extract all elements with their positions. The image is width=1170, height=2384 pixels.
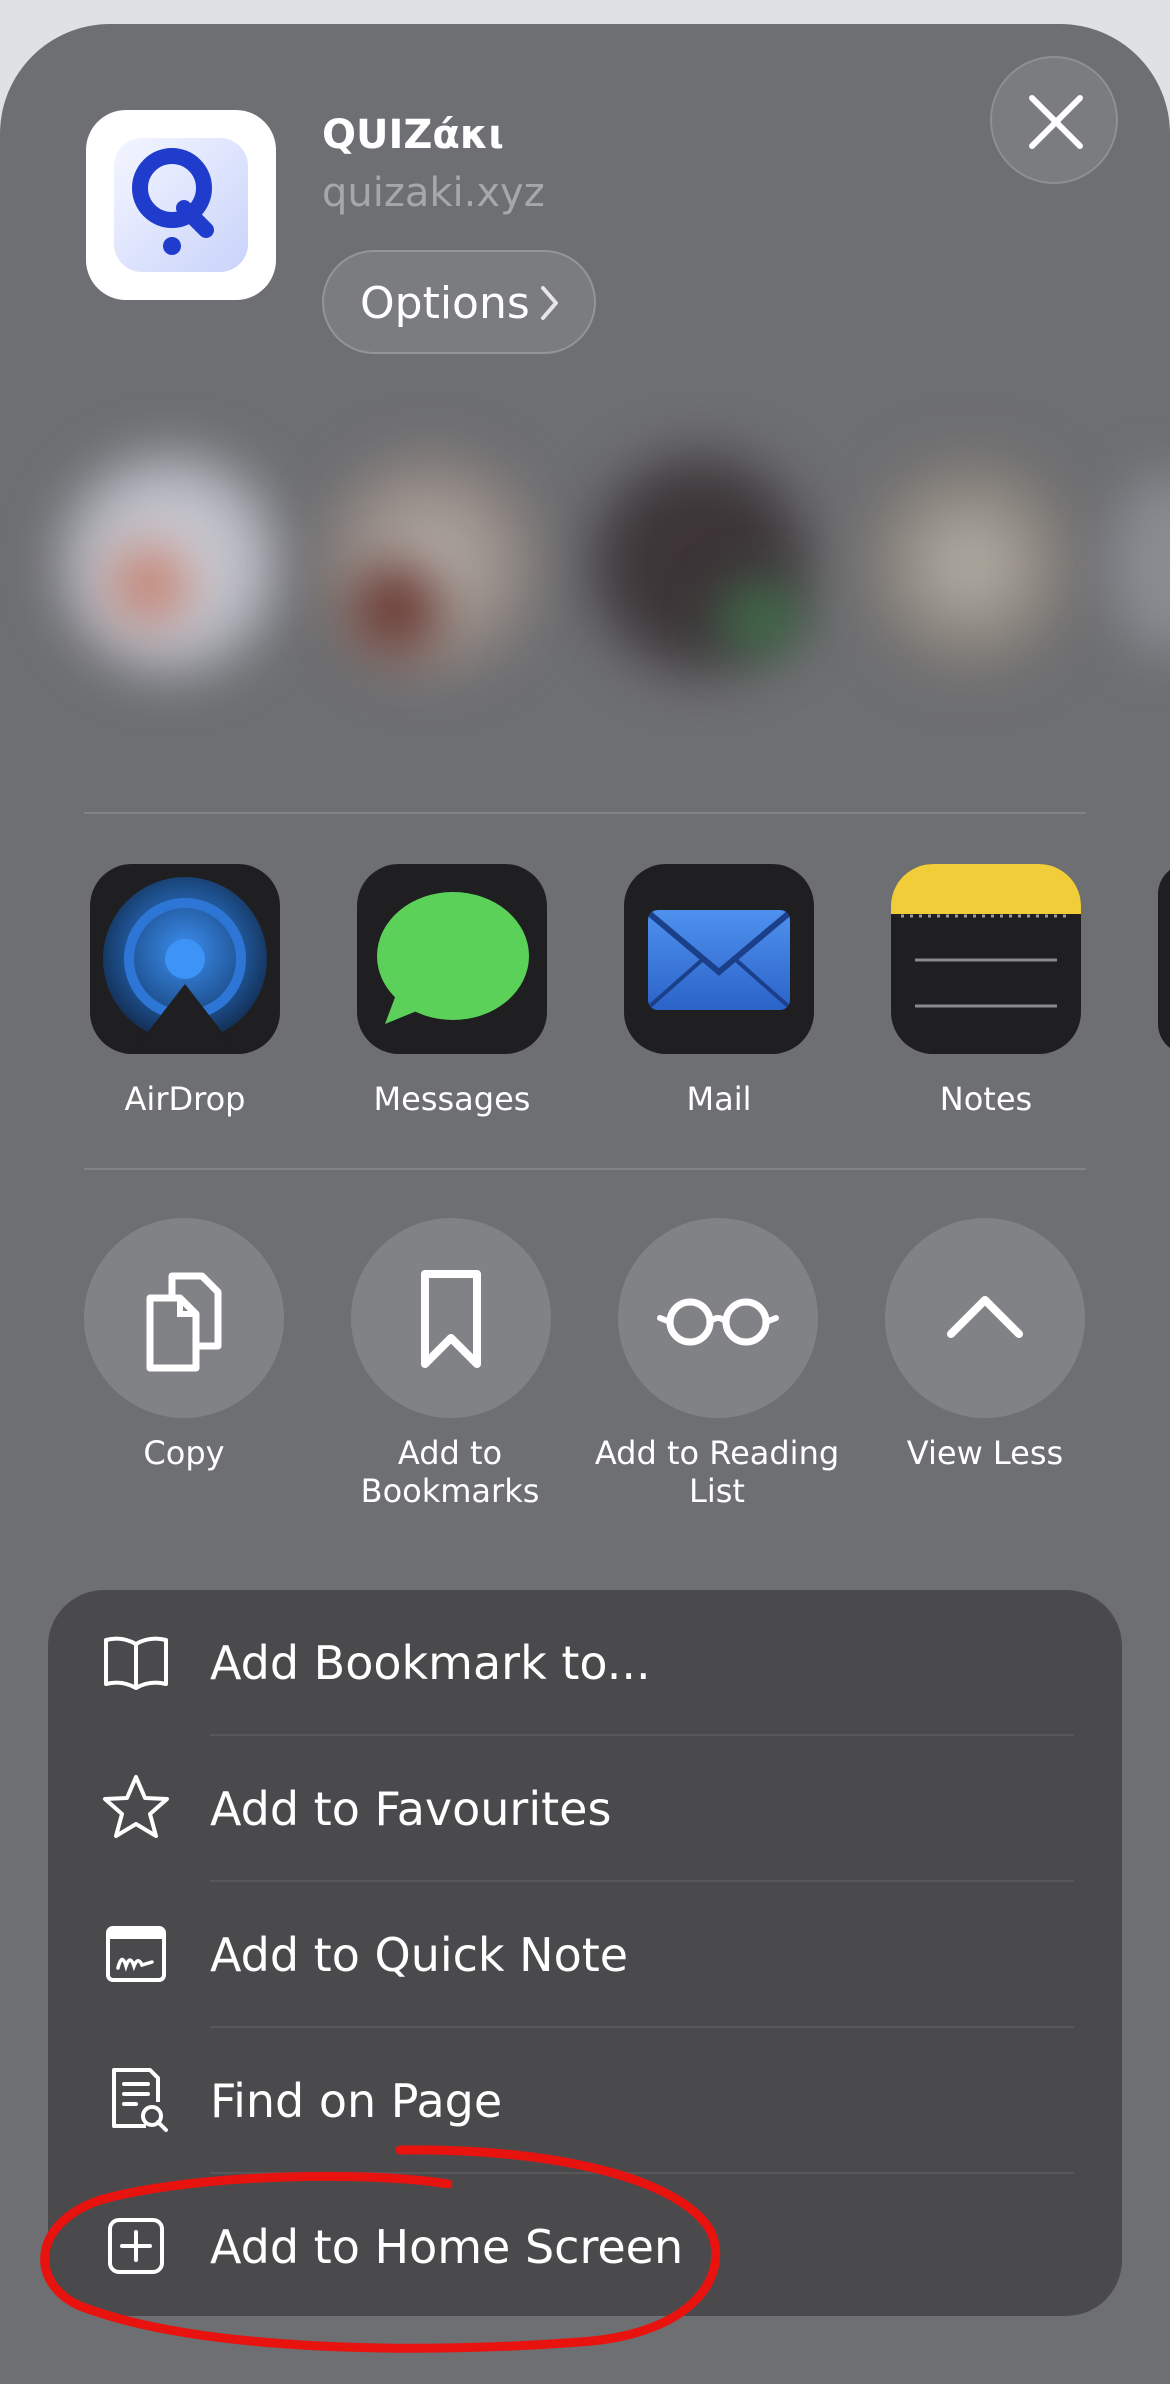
messages-icon[interactable] (357, 864, 547, 1054)
menu-item-label: Add to Favourites (210, 1782, 612, 1836)
plus-square-icon (108, 2218, 164, 2274)
website-url: quizaki.xyz (322, 170, 545, 216)
section-divider (84, 812, 1086, 814)
view-less-label: View Less (906, 1434, 1064, 1472)
menu-item-label: Add to Quick Note (210, 1928, 629, 1982)
add-to-reading-list-button[interactable] (618, 1218, 818, 1418)
more-apps-icon[interactable] (1158, 864, 1170, 1054)
copy-label: Copy (143, 1434, 225, 1472)
airdrop-label: AirDrop (124, 1080, 246, 1118)
menu-item-find-on-page[interactable]: Find on Page (48, 2028, 1122, 2174)
bookmark-icon (421, 1270, 481, 1368)
notes-icon[interactable] (891, 864, 1081, 1054)
quick-note-icon (106, 1926, 166, 1982)
view-less-button[interactable] (885, 1218, 1085, 1418)
quiz-logo-icon (132, 148, 214, 255)
chevron-right-icon (541, 286, 558, 320)
actions-menu: Add Bookmark to... Add to Favourites Add… (48, 1590, 1122, 2316)
add-to-bookmarks-label: Add to Bookmarks (360, 1434, 540, 1510)
star-icon (103, 1775, 169, 1838)
menu-item-add-bookmark-to[interactable]: Add Bookmark to... (48, 1590, 1122, 1736)
website-title: QUIZάκι (322, 112, 504, 158)
contact-avatar[interactable] (320, 454, 540, 674)
messages-label: Messages (373, 1080, 531, 1118)
website-icon (86, 110, 276, 300)
glasses-icon (657, 1298, 779, 1346)
options-label: Options (360, 278, 530, 329)
options-button[interactable]: Options (322, 250, 596, 354)
section-divider (84, 1168, 1086, 1170)
contact-suggestions (0, 414, 1170, 774)
airdrop-icon[interactable] (90, 864, 280, 1054)
find-on-page-icon (112, 2068, 168, 2132)
copy-button[interactable] (84, 1218, 284, 1418)
chevron-up-icon (947, 1296, 1023, 1338)
add-to-reading-list-label: Add to Reading List (594, 1434, 840, 1510)
notes-label: Notes (939, 1080, 1033, 1118)
mail-icon[interactable] (624, 864, 814, 1054)
menu-item-label: Find on Page (210, 2074, 503, 2128)
share-sheet: QUIZάκι quizaki.xyz Options AirDrop Mess… (0, 24, 1170, 2384)
book-icon (104, 1636, 168, 1690)
menu-item-label: Add to Home Screen (210, 2220, 684, 2274)
close-button[interactable] (990, 56, 1118, 184)
copy-icon (146, 1272, 222, 1372)
mail-label: Mail (686, 1080, 752, 1118)
add-to-bookmarks-button[interactable] (351, 1218, 551, 1418)
menu-item-add-to-home-screen[interactable]: Add to Home Screen (48, 2174, 1122, 2320)
menu-item-add-to-quick-note[interactable]: Add to Quick Note (48, 1882, 1122, 2028)
close-icon (1029, 95, 1083, 149)
contact-avatar[interactable] (860, 454, 1080, 674)
menu-item-label: Add Bookmark to... (210, 1636, 651, 1690)
menu-item-add-to-favourites[interactable]: Add to Favourites (48, 1736, 1122, 1882)
